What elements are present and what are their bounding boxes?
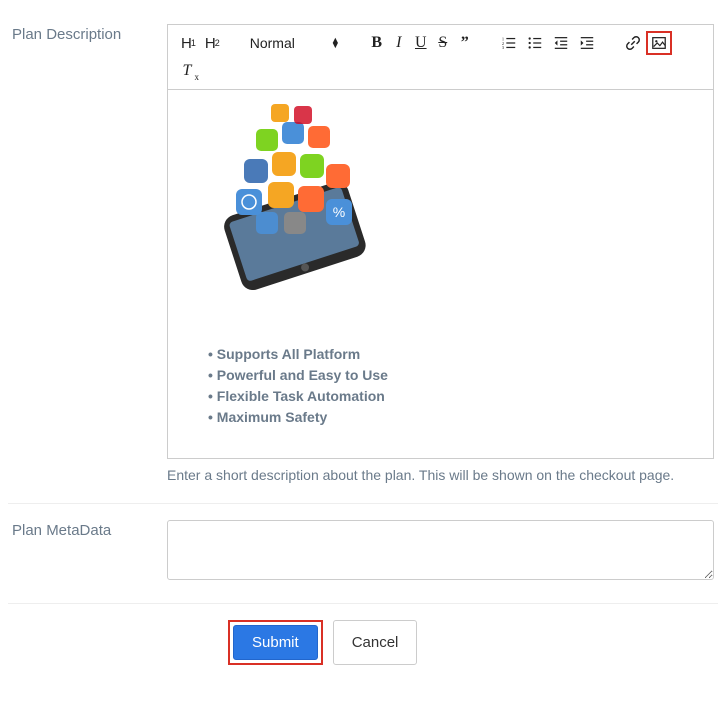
clear-format-button[interactable]: Tx bbox=[176, 59, 198, 83]
list-group: 123 bbox=[496, 31, 600, 55]
h1-button[interactable]: H1 bbox=[176, 31, 200, 55]
button-row: Submit Cancel bbox=[8, 604, 718, 681]
size-group: Normal ▲▼ bbox=[244, 33, 346, 53]
blockquote-button[interactable]: ” bbox=[454, 31, 476, 55]
svg-text:3: 3 bbox=[502, 45, 505, 50]
rich-text-editor: H1 H2 Normal ▲▼ B I U S ” bbox=[167, 24, 714, 459]
plan-description-row: Plan Description H1 H2 Normal ▲▼ B I U bbox=[8, 8, 718, 503]
image-button[interactable] bbox=[646, 31, 672, 55]
link-button[interactable] bbox=[620, 31, 646, 55]
format-group: B I U S ” bbox=[366, 31, 476, 55]
inserted-image: % bbox=[186, 104, 386, 334]
ordered-list-button[interactable]: 123 bbox=[496, 31, 522, 55]
submit-highlight: Submit bbox=[228, 620, 323, 665]
insert-group bbox=[620, 31, 672, 55]
description-help-text: Enter a short description about the plan… bbox=[167, 467, 714, 483]
list-item: Powerful and Easy to Use bbox=[208, 365, 695, 386]
cancel-button[interactable]: Cancel bbox=[333, 620, 418, 665]
feature-list: Supports All Platform Powerful and Easy … bbox=[186, 344, 695, 428]
heading-group: H1 H2 bbox=[176, 31, 224, 55]
editor-content-area[interactable]: % bbox=[168, 90, 713, 458]
font-size-select[interactable]: Normal ▲▼ bbox=[244, 33, 346, 53]
underline-button[interactable]: U bbox=[410, 31, 432, 55]
font-size-label: Normal bbox=[250, 35, 295, 51]
submit-button[interactable]: Submit bbox=[233, 625, 318, 660]
editor-toolbar: H1 H2 Normal ▲▼ B I U S ” bbox=[168, 25, 713, 90]
select-arrows-icon: ▲▼ bbox=[331, 38, 340, 48]
italic-button[interactable]: I bbox=[388, 31, 410, 55]
outdent-button[interactable] bbox=[548, 31, 574, 55]
list-item: Flexible Task Automation bbox=[208, 386, 695, 407]
plan-metadata-label: Plan MetaData bbox=[12, 520, 167, 583]
metadata-input[interactable] bbox=[167, 520, 714, 580]
metadata-column bbox=[167, 520, 714, 583]
indent-button[interactable] bbox=[574, 31, 600, 55]
bold-button[interactable]: B bbox=[366, 31, 388, 55]
h2-button[interactable]: H2 bbox=[200, 31, 224, 55]
list-item: Supports All Platform bbox=[208, 344, 695, 365]
editor-column: H1 H2 Normal ▲▼ B I U S ” bbox=[167, 24, 714, 483]
plan-description-label: Plan Description bbox=[12, 24, 167, 483]
clear-group: Tx bbox=[176, 59, 198, 83]
list-item: Maximum Safety bbox=[208, 407, 695, 428]
unordered-list-button[interactable] bbox=[522, 31, 548, 55]
strikethrough-button[interactable]: S bbox=[432, 31, 454, 55]
plan-metadata-row: Plan MetaData bbox=[8, 503, 718, 604]
svg-text:%: % bbox=[333, 204, 345, 220]
